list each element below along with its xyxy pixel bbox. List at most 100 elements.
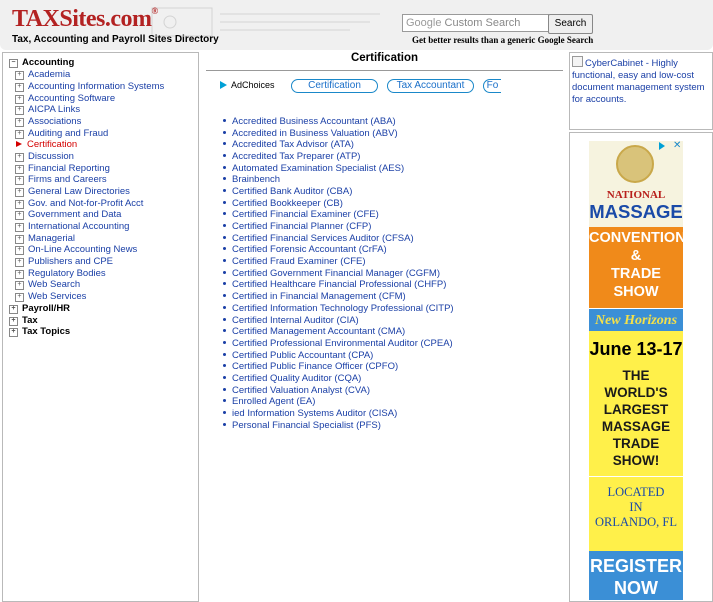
ad-info-icon[interactable] — [659, 142, 665, 150]
search-button[interactable]: Search — [548, 14, 593, 34]
expand-icon[interactable]: + — [15, 118, 24, 127]
expand-icon[interactable]: + — [9, 317, 18, 326]
list-item-label: Accredited Business Accountant (ABA) — [232, 116, 396, 127]
nav-subitem[interactable]: + Firms and Careers — [15, 174, 107, 186]
list-item[interactable]: Certified Government Financial Manager (… — [223, 268, 440, 279]
list-item-label: Accredited Tax Preparer (ATP) — [232, 151, 361, 162]
bullet-icon — [223, 154, 226, 157]
banner-ad-top[interactable]: NATIONAL MASSAGE CONVENTION & TRADE SHOW — [589, 141, 683, 308]
search-placeholder: Custom Search — [444, 17, 521, 29]
expand-icon[interactable]: + — [9, 328, 18, 337]
list-item[interactable]: Accredited Tax Preparer (ATP) — [223, 151, 360, 162]
bullet-icon — [223, 131, 226, 134]
list-item[interactable]: Certified Valuation Analyst (CVA) — [223, 385, 370, 396]
list-item[interactable]: Accredited Business Accountant (ABA) — [223, 116, 396, 127]
nav-item-payroll-hr[interactable]: + Payroll/HR — [9, 303, 70, 315]
bullet-icon — [223, 166, 226, 169]
search-input[interactable]: Google Custom Search — [402, 14, 549, 32]
list-item-label: Certified Financial Services Auditor (CF… — [232, 233, 414, 244]
list-item[interactable]: Certified Professional Environmental Aud… — [223, 338, 453, 349]
current-page-arrow-icon — [16, 141, 22, 147]
expand-icon[interactable]: + — [15, 281, 24, 290]
list-item[interactable]: Certified Financial Services Auditor (CF… — [223, 233, 414, 244]
list-item[interactable]: Brainbench — [223, 174, 280, 185]
expand-icon[interactable]: + — [15, 200, 24, 209]
list-item[interactable]: Certified Financial Planner (CFP) — [223, 221, 371, 232]
nav-subitem[interactable]: + Discussion — [15, 151, 74, 163]
expand-icon[interactable]: + — [15, 293, 24, 302]
expand-icon[interactable]: + — [15, 223, 24, 232]
nav-subitem-active[interactable]: Certification — [15, 139, 77, 150]
ad-close-icon[interactable]: ✕ — [673, 140, 681, 151]
list-item[interactable]: Accredited Tax Advisor (ATA) — [223, 139, 354, 150]
list-item[interactable]: Certified Healthcare Financial Professio… — [223, 279, 446, 290]
bullet-icon — [223, 271, 226, 274]
nav-subitem[interactable]: + Publishers and CPE — [15, 256, 113, 268]
expand-icon[interactable]: + — [15, 246, 24, 255]
list-item[interactable]: Certified Fraud Examiner (CFE) — [223, 256, 366, 267]
register-now-button[interactable]: REGISTER NOW — [589, 555, 683, 599]
nav-subitem[interactable]: + International Accounting — [15, 221, 129, 233]
list-item[interactable]: Enrolled Agent (EA) — [223, 396, 315, 407]
expand-icon[interactable]: + — [15, 235, 24, 244]
list-item[interactable]: Automated Examination Specialist (AES) — [223, 163, 404, 174]
expand-icon[interactable]: + — [15, 258, 24, 267]
cybercabinet-ad-text[interactable]: CyberCabinet - Highly functional, easy a… — [572, 55, 708, 106]
list-item[interactable]: Personal Financial Specialist (PFS) — [223, 420, 381, 431]
expand-icon[interactable]: + — [9, 305, 18, 314]
collapse-icon[interactable]: − — [9, 59, 18, 68]
nav-subitem[interactable]: + On-Line Accounting News — [15, 244, 137, 256]
nav-subitem[interactable]: + Web Search — [15, 279, 80, 291]
list-item[interactable]: Certified in Financial Management (CFM) — [223, 291, 406, 302]
bullet-icon — [223, 353, 226, 356]
nav-subitem[interactable]: + Associations — [15, 116, 81, 128]
site-logo[interactable]: TAXSites.com® — [12, 6, 158, 33]
expand-icon[interactable]: + — [15, 188, 24, 197]
expand-icon[interactable]: + — [15, 95, 24, 104]
nav-subitem[interactable]: + Accounting Information Systems — [15, 81, 164, 93]
nav-item-tax-topics[interactable]: + Tax Topics — [9, 326, 70, 338]
banner-national: NATIONAL — [606, 189, 666, 201]
list-item[interactable]: Certified Management Accountant (CMA) — [223, 326, 405, 337]
expand-icon[interactable]: + — [15, 176, 24, 185]
banner-amp: & — [630, 248, 642, 264]
list-item[interactable]: Certified Forensic Accountant (CrFA) — [223, 244, 387, 255]
bullet-icon — [223, 189, 226, 192]
expand-icon[interactable]: + — [15, 165, 24, 174]
list-item[interactable]: Certified Public Accountant (CPA) — [223, 350, 373, 361]
ad-link-tax-accountant[interactable]: Tax Accountant — [387, 79, 474, 93]
list-item[interactable]: Certified Financial Examiner (CFE) — [223, 209, 379, 220]
nav-item-accounting[interactable]: − Accounting — [9, 57, 74, 69]
ad-link-truncated[interactable]: Fo — [483, 79, 501, 93]
expand-icon[interactable]: + — [15, 153, 24, 162]
expand-icon[interactable]: + — [15, 130, 24, 139]
list-item[interactable]: ied Information Systems Auditor (CISA) — [223, 408, 397, 419]
list-item[interactable]: Certified Internal Auditor (CIA) — [223, 315, 359, 326]
expand-icon[interactable]: + — [15, 270, 24, 279]
expand-icon[interactable]: + — [15, 106, 24, 115]
list-item[interactable]: Accredited in Business Valuation (ABV) — [223, 128, 398, 139]
nav-subitem[interactable]: + Academia — [15, 69, 70, 81]
nav-subitem-label: Financial Reporting — [28, 163, 110, 174]
list-item-label: Certified Professional Environmental Aud… — [232, 338, 453, 349]
nav-subitem[interactable]: + General Law Directories — [15, 186, 130, 198]
list-item[interactable]: Certified Bookkeeper (CB) — [223, 198, 343, 209]
ad-link-certification[interactable]: Certification — [291, 79, 378, 93]
expand-icon[interactable]: + — [15, 71, 24, 80]
adchoices-link[interactable]: AdChoices — [220, 80, 275, 90]
nav-subitem[interactable]: + Web Services — [15, 291, 86, 303]
nav-subitem[interactable]: + AICPA Links — [15, 104, 80, 116]
cybercabinet-ad[interactable]: CyberCabinet - Highly functional, easy a… — [569, 52, 713, 130]
nav-subitem[interactable]: + Government and Data — [15, 209, 121, 221]
banner-ad-bottom[interactable]: LOCATED IN ORLANDO, FL REGISTER NOW — [589, 477, 683, 600]
banner-ad-middle[interactable]: New Horizons June 13-17 THE WORLD'S LARG… — [589, 309, 683, 476]
site-tagline: Tax, Accounting and Payroll Sites Direct… — [12, 34, 219, 45]
list-item[interactable]: Certified Information Technology Profess… — [223, 303, 454, 314]
list-item[interactable]: Certified Bank Auditor (CBA) — [223, 186, 352, 197]
list-item[interactable]: Certified Quality Auditor (CQA) — [223, 373, 361, 384]
expand-icon[interactable]: + — [15, 83, 24, 92]
list-item-label: Automated Examination Specialist (AES) — [232, 163, 405, 174]
list-item[interactable]: Certified Public Finance Officer (CPFO) — [223, 361, 398, 372]
search-brand: Google — [406, 17, 442, 29]
expand-icon[interactable]: + — [15, 211, 24, 220]
